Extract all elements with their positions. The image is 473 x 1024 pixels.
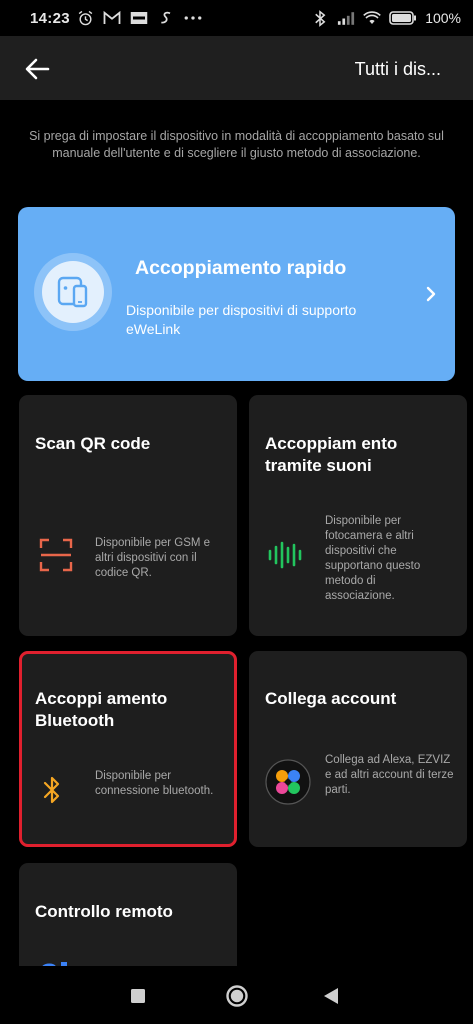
bluetooth-pairing-desc: Disponibile per connessione bluetooth. [95,770,214,797]
alarm-icon [76,9,94,27]
status-bar: 14:23 100% [0,0,473,36]
battery-percent: 100% [425,10,461,26]
link-account-title: Collega account [265,689,397,708]
device-phone-icon [57,276,88,308]
link-account-desc: Collega ad Alexa, EZVIZ e ad altri accou… [325,754,454,796]
bluetooth-pairing-card[interactable]: Accoppi amento Bluetooth Disponibile per… [19,651,237,847]
sound-pairing-card[interactable]: Accoppiam ento tramite suoni Disponibile… [249,395,467,636]
bluetooth-icon [311,9,329,27]
third-party-account-icon [265,759,311,805]
all-devices-dropdown[interactable]: Tutti i dis... [355,59,441,80]
gmail-icon [103,9,121,27]
status-time: 14:23 [30,10,70,27]
chevron-right-icon [426,286,436,302]
quick-pairing-title: Accoppiamento rapido [135,257,347,279]
quick-pairing-card[interactable]: Accoppiamento rapido Disponibile per dis… [18,207,455,381]
ifttt-icon [130,9,148,27]
nav-back-icon[interactable] [323,987,339,1005]
battery-icon [389,9,417,27]
system-icons: 100% [311,9,461,27]
app-bar: Tutti i dis... [0,36,473,100]
bluetooth-icon [43,776,60,804]
qr-scan-icon [39,538,73,572]
s-icon [157,9,175,27]
home-icon[interactable] [225,984,249,1008]
link-account-card[interactable]: Collega account Collega ad Alexa, EZVIZ … [249,651,467,847]
scan-qr-title: Scan QR code [35,434,151,453]
signal-icon [337,9,355,27]
back-button[interactable] [22,54,52,84]
scan-qr-card[interactable]: Scan QR code Disponibile per GSM e altri… [19,395,237,636]
sound-wave-icon [268,541,302,569]
scan-qr-desc: Disponibile per GSM e altri dispositivi … [95,537,211,579]
sound-pairing-desc: Disponibile per fotocamera e altri dispo… [325,515,421,602]
instructions-text: Si prega di impostare il dispositivo in … [29,129,444,160]
wifi-icon [363,9,382,27]
system-nav-bar [0,966,473,1024]
quick-pairing-desc: Disponibile per dispositivi di supporto … [126,302,357,337]
quick-pairing-badge [34,253,112,331]
notification-icons [76,9,202,27]
more-icon [184,9,202,27]
recent-apps-icon[interactable] [130,988,146,1004]
back-arrow-icon [25,58,50,80]
sound-pairing-title: Accoppiam ento tramite suoni [265,434,398,475]
remote-control-title: Controllo remoto [35,902,173,921]
bluetooth-pairing-title: Accoppi amento Bluetooth [35,689,168,730]
remote-control-card[interactable]: Controllo remoto [19,863,237,966]
